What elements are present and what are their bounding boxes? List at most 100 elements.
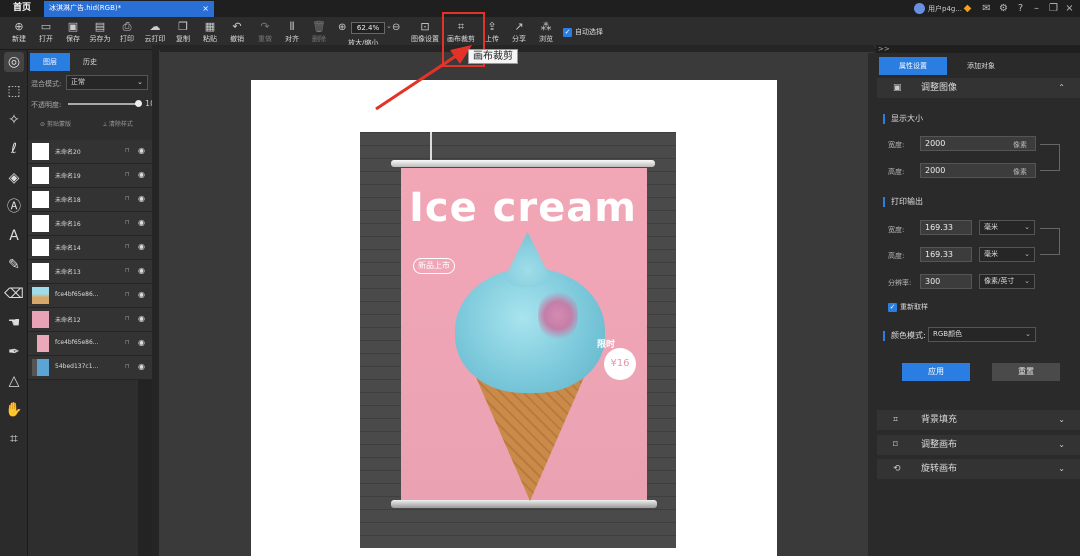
lock-icon[interactable]: ⊓	[125, 195, 130, 202]
document-tab[interactable]: 冰淇淋广告.hid(RGB)* ×	[44, 1, 214, 17]
shape-tool-icon[interactable]: △	[4, 371, 24, 391]
brush-tool-icon[interactable]: ✎	[4, 255, 24, 275]
mail-icon[interactable]: ✉	[981, 3, 992, 14]
poster-new-badge[interactable]: 新品上市	[413, 258, 455, 274]
eye-icon[interactable]: ◉	[138, 194, 145, 203]
lock-icon[interactable]: ⊓	[125, 171, 130, 178]
layer-row[interactable]: fce4bf65e86... ⊓ ◉	[28, 332, 152, 356]
hand-tool-icon[interactable]: ✋	[4, 400, 24, 420]
poster-limited-label[interactable]: 限时	[597, 337, 615, 350]
settings-gear-icon[interactable]: ⚙	[998, 3, 1009, 14]
lock-icon[interactable]: ⊓	[125, 315, 130, 322]
text-tool-icon[interactable]: A	[4, 226, 24, 246]
fill-bucket-icon[interactable]: ◈	[4, 168, 24, 188]
zoom-dropdown-icon[interactable]: ⌄	[386, 22, 392, 30]
save-icon: ▣	[67, 20, 79, 33]
lock-icon[interactable]: ⊓	[125, 363, 130, 370]
eye-icon[interactable]: ◉	[138, 362, 145, 371]
close-window-icon[interactable]: ×	[1064, 3, 1075, 14]
layer-row[interactable]: 未命名16 ⊓ ◉	[28, 212, 152, 236]
poster-price[interactable]: ¥16	[604, 348, 636, 380]
eraser-tool-icon[interactable]: ⌫	[4, 284, 24, 304]
resample-checkbox[interactable]: ✓ 重新取样	[888, 302, 928, 312]
display-size-link-icon[interactable]	[1040, 144, 1060, 171]
eye-icon[interactable]: ◉	[138, 146, 145, 155]
layer-row[interactable]: 未命名14 ⊓ ◉	[28, 236, 152, 260]
zoom-in-icon[interactable]: ⊕	[338, 22, 346, 33]
adjust-image-section[interactable]: ▣ 调整图像 ⌃	[877, 78, 1080, 98]
background-fill-section[interactable]: ⌗ 背景填充 ⌄	[877, 410, 1080, 430]
opacity-slider[interactable]	[68, 103, 138, 105]
print-width-input[interactable]: 169.33	[920, 220, 972, 235]
close-tab-icon[interactable]: ×	[202, 1, 209, 16]
user-account[interactable]: 用户p4g...	[914, 2, 962, 15]
clip-mask-button[interactable]: ⊘ 剪贴蒙版	[40, 117, 71, 132]
apply-button[interactable]: 应用	[902, 363, 970, 381]
lock-icon[interactable]: ⊓	[125, 147, 130, 154]
auto-select-checkbox[interactable]: ✓ 自动选择	[563, 27, 603, 37]
lock-icon[interactable]: ⊓	[125, 291, 130, 298]
rotate-canvas-section[interactable]: ⟲ 旋转画布 ⌄	[877, 459, 1080, 479]
zoom-input[interactable]: 62.4%	[351, 22, 385, 34]
tab-properties[interactable]: 属性设置	[879, 57, 947, 75]
help-icon[interactable]: ?	[1015, 3, 1026, 14]
lock-icon[interactable]: ⊓	[125, 243, 130, 250]
eye-icon[interactable]: ◉	[138, 170, 145, 179]
layer-row[interactable]: 未命名18 ⊓ ◉	[28, 188, 152, 212]
smudge-tool-icon[interactable]: ☚	[4, 313, 24, 333]
print-size-link-icon[interactable]	[1040, 228, 1060, 255]
tab-add-object[interactable]: 添加对象	[947, 57, 1015, 75]
pen-tool-icon[interactable]: ✒	[4, 342, 24, 362]
vip-gem-icon[interactable]: ◆	[962, 3, 973, 14]
layer-row[interactable]: 未命名13 ⊓ ◉	[28, 260, 152, 284]
crop-tool-icon[interactable]: ⌗	[4, 429, 24, 449]
layer-row[interactable]: 未命名20 ⊓ ◉	[28, 140, 152, 164]
eye-icon[interactable]: ◉	[138, 218, 145, 227]
blend-mode-select[interactable]: 正常 ⌄	[66, 75, 148, 90]
lock-icon[interactable]: ⊓	[125, 267, 130, 274]
print-height-input[interactable]: 169.33	[920, 247, 972, 262]
workspace-scrollbar[interactable]	[868, 53, 876, 556]
layer-row[interactable]: 未命名19 ⊓ ◉	[28, 164, 152, 188]
lock-icon[interactable]: ⊓	[125, 219, 130, 226]
layer-thumbnail	[32, 191, 49, 208]
lasso-tool-icon[interactable]: ℓ	[4, 139, 24, 159]
delete-button[interactable]: 🗑 删除	[305, 20, 333, 44]
tab-layers[interactable]: 图层	[30, 53, 70, 71]
eye-icon[interactable]: ◉	[138, 266, 145, 275]
resolution-input[interactable]: 300	[920, 274, 972, 289]
zoom-out-icon[interactable]: ⊖	[392, 22, 400, 33]
adjust-canvas-section[interactable]: ⌑ 调整画布 ⌄	[877, 435, 1080, 455]
home-tab[interactable]: 首页	[0, 0, 44, 17]
reset-button[interactable]: 重置	[992, 363, 1060, 381]
redo-icon: ↷	[260, 20, 270, 33]
minimize-icon[interactable]: –	[1031, 3, 1042, 14]
tab-history[interactable]: 历史	[70, 53, 110, 71]
eye-icon[interactable]: ◉	[138, 242, 145, 251]
eye-icon[interactable]: ◉	[138, 314, 145, 323]
layer-row[interactable]: fce4bf65e86... ⊓ ◉	[28, 284, 152, 308]
magic-wand-icon[interactable]: ✧	[4, 110, 24, 130]
color-mode-select[interactable]: RGB颜色 ⌄	[928, 327, 1036, 342]
eye-icon[interactable]: ◉	[138, 338, 145, 347]
layer-row[interactable]: 54bed137c1... ⊓ ◉	[28, 356, 152, 380]
select-tool-icon[interactable]: ◎	[4, 52, 24, 72]
layer-row[interactable]: 未命名12 ⊓ ◉	[28, 308, 152, 332]
browse-button[interactable]: ⁂ 浏览	[532, 20, 560, 44]
clear-style-button[interactable]: ⟂ 清除样式	[103, 117, 133, 132]
right-panel-collapse[interactable]: >>	[876, 45, 1080, 53]
poster-title[interactable]: Ice cream	[409, 182, 645, 234]
rotate-canvas-icon: ⟲	[893, 464, 901, 474]
layer-name: 未命名20	[55, 149, 81, 156]
lock-icon[interactable]: ⊓	[125, 339, 130, 346]
text-box-icon[interactable]: Ⓐ	[4, 197, 24, 217]
chevron-down-icon: ⌄	[1025, 330, 1031, 338]
eye-icon[interactable]: ◉	[138, 290, 145, 299]
display-height-label: 高度:	[888, 168, 905, 176]
marquee-tool-icon[interactable]: ⬚	[4, 81, 24, 101]
opacity-slider-handle[interactable]	[135, 100, 142, 107]
resolution-unit-select[interactable]: 像素/英寸 ⌄	[979, 274, 1035, 289]
restore-icon[interactable]: ❐	[1048, 3, 1059, 14]
print-height-unit-select[interactable]: 毫米 ⌄	[979, 247, 1035, 262]
print-width-unit-select[interactable]: 毫米 ⌄	[979, 220, 1035, 235]
